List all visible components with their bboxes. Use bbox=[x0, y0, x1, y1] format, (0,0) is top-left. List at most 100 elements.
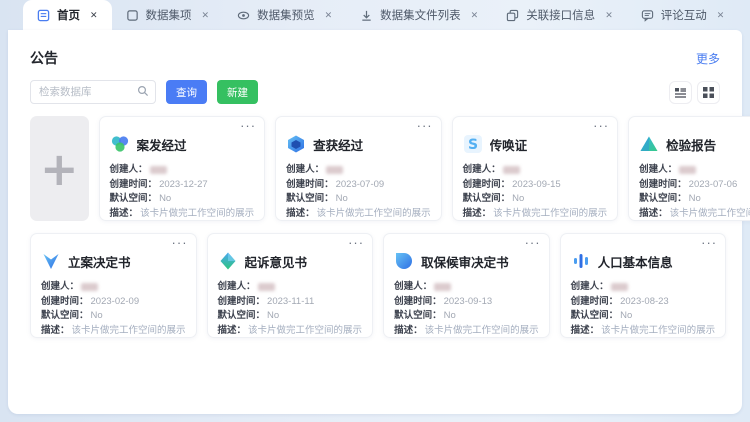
create-button[interactable]: 新建 bbox=[217, 80, 258, 104]
dataset-card[interactable]: ··· 取保候审决定书 创建人： 创建时间：2023-09-13 默认空间：No… bbox=[383, 233, 550, 338]
desc-value: 该卡片做完工作空间的展示 bbox=[493, 207, 607, 222]
desc-value: 该卡片做完工作空间的展示 bbox=[601, 324, 715, 339]
creator-value-redacted bbox=[326, 166, 343, 174]
space-value: No bbox=[159, 192, 171, 207]
close-icon[interactable]: ✕ bbox=[471, 10, 479, 21]
page-title: 公告 bbox=[30, 48, 58, 68]
desc-label: 描述： bbox=[218, 324, 247, 339]
created-value: 2023-07-06 bbox=[689, 178, 738, 193]
bird-v-icon bbox=[41, 251, 61, 271]
prism-triangle-icon bbox=[639, 134, 659, 154]
card-menu-icon[interactable]: ··· bbox=[240, 119, 256, 133]
desc-label: 描述： bbox=[110, 207, 139, 222]
creator-value-redacted bbox=[434, 283, 451, 291]
created-value: 2023-12-27 bbox=[159, 178, 208, 193]
desc-value: 该卡片做完工作空间的展示 bbox=[670, 207, 750, 222]
created-label: 创建时间： bbox=[218, 295, 266, 310]
creator-label: 创建人： bbox=[571, 280, 609, 295]
creator-value-redacted bbox=[679, 166, 696, 174]
creator-label: 创建人： bbox=[286, 163, 324, 178]
tab-label: 首页 bbox=[57, 7, 80, 23]
tab-label: 数据集文件列表 bbox=[380, 7, 461, 23]
desc-label: 描述： bbox=[639, 207, 668, 222]
space-label: 默认空间： bbox=[571, 309, 619, 324]
dataset-card[interactable]: ··· S 传唤证 创建人： 创建时间：2023-09-15 默认空间：No 描… bbox=[452, 116, 619, 221]
card-menu-icon[interactable]: ··· bbox=[701, 236, 717, 250]
list-view-button[interactable] bbox=[669, 81, 692, 104]
dataset-card[interactable]: ··· 检验报告 创建人： 创建时间：2023-07-06 默认空间：No 描述… bbox=[628, 116, 750, 221]
card-menu-icon[interactable]: ··· bbox=[593, 119, 609, 133]
creator-label: 创建人： bbox=[110, 163, 148, 178]
desc-value: 该卡片做完工作空间的展示 bbox=[425, 324, 539, 339]
file-icon bbox=[126, 9, 139, 22]
card-menu-icon[interactable]: ··· bbox=[348, 236, 364, 250]
creator-value-redacted bbox=[258, 283, 275, 291]
space-label: 默认空间： bbox=[218, 309, 266, 324]
toolbar: 查询 新建 bbox=[30, 80, 720, 104]
created-label: 创建时间： bbox=[394, 295, 442, 310]
tab-home[interactable]: 首页 ✕ bbox=[23, 0, 112, 30]
creator-value-redacted bbox=[503, 166, 520, 174]
card-title: 人口基本信息 bbox=[598, 252, 673, 271]
ribbon-s-icon: S bbox=[463, 134, 483, 154]
space-label: 默认空间： bbox=[110, 192, 158, 207]
dataset-card[interactable]: ··· 案发经过 创建人： 创建时间：2023-12-27 默认空间：No 描述… bbox=[99, 116, 266, 221]
clover-icon bbox=[110, 134, 130, 154]
creator-label: 创建人： bbox=[41, 280, 79, 295]
desc-value: 该卡片做完工作空间的展示 bbox=[140, 207, 254, 222]
query-button[interactable]: 查询 bbox=[166, 80, 207, 104]
space-label: 默认空间： bbox=[394, 309, 442, 324]
space-value: No bbox=[689, 192, 701, 207]
creator-label: 创建人： bbox=[218, 280, 256, 295]
comment-icon bbox=[641, 9, 654, 22]
created-label: 创建时间： bbox=[463, 178, 511, 193]
tab-dataset-file-list[interactable]: 数据集文件列表 ✕ bbox=[346, 0, 492, 30]
created-value: 2023-09-15 bbox=[512, 178, 561, 193]
card-menu-icon[interactable]: ··· bbox=[417, 119, 433, 133]
gem-icon bbox=[218, 251, 238, 271]
main-panel: 公告 更多 查询 新建 bbox=[8, 30, 742, 414]
eye-icon bbox=[237, 9, 250, 22]
desc-value: 该卡片做完工作空间的展示 bbox=[317, 207, 431, 222]
space-label: 默认空间： bbox=[286, 192, 334, 207]
space-value: No bbox=[267, 309, 279, 324]
search-icon bbox=[137, 85, 149, 97]
tab-comments[interactable]: 评论互动 ✕ bbox=[627, 0, 739, 30]
created-label: 创建时间： bbox=[639, 178, 687, 193]
space-value: No bbox=[91, 309, 103, 324]
creator-value-redacted bbox=[611, 283, 628, 291]
desc-label: 描述： bbox=[463, 207, 492, 222]
creator-label: 创建人： bbox=[463, 163, 501, 178]
space-value: No bbox=[620, 309, 632, 324]
card-menu-icon[interactable]: ··· bbox=[172, 236, 188, 250]
tab-label: 关联接口信息 bbox=[526, 7, 595, 23]
tab-dataset-preview[interactable]: 数据集预览 ✕ bbox=[223, 0, 346, 30]
close-icon[interactable]: ✕ bbox=[605, 10, 613, 21]
close-icon[interactable]: ✕ bbox=[717, 10, 725, 21]
dataset-card[interactable]: ··· 起诉意见书 创建人： 创建时间：2023-11-11 默认空间：No 描… bbox=[207, 233, 374, 338]
svg-text:S: S bbox=[468, 137, 478, 153]
dataset-card[interactable]: ··· 查获经过 创建人： 创建时间：2023-07-09 默认空间：No 描述… bbox=[275, 116, 442, 221]
close-icon[interactable]: ✕ bbox=[325, 10, 333, 21]
tab-label: 数据集项 bbox=[146, 7, 192, 23]
created-label: 创建时间： bbox=[286, 178, 334, 193]
card-title: 起诉意见书 bbox=[245, 252, 308, 271]
tab-linked-api-info[interactable]: 关联接口信息 ✕ bbox=[492, 0, 627, 30]
close-icon[interactable]: ✕ bbox=[202, 10, 210, 21]
space-value: No bbox=[336, 192, 348, 207]
plus-icon: + bbox=[40, 149, 79, 189]
dataset-card[interactable]: ··· 人口基本信息 创建人： 创建时间：2023-08-23 默认空间：No … bbox=[560, 233, 727, 338]
desc-label: 描述： bbox=[286, 207, 315, 222]
dataset-card[interactable]: ··· 立案决定书 创建人： 创建时间：2023-02-09 默认空间：No 描… bbox=[30, 233, 197, 338]
more-link[interactable]: 更多 bbox=[696, 50, 720, 67]
grid-view-button[interactable] bbox=[697, 81, 720, 104]
tab-dataset-items[interactable]: 数据集项 ✕ bbox=[112, 0, 224, 30]
created-value: 2023-11-11 bbox=[267, 295, 314, 310]
close-icon[interactable]: ✕ bbox=[90, 10, 98, 21]
desc-value: 该卡片做完工作空间的展示 bbox=[72, 324, 186, 339]
desc-label: 描述： bbox=[571, 324, 600, 339]
tab-label: 数据集预览 bbox=[257, 7, 315, 23]
card-menu-icon[interactable]: ··· bbox=[525, 236, 541, 250]
waveform-icon bbox=[571, 251, 591, 271]
add-dataset-card[interactable]: + bbox=[30, 116, 89, 221]
